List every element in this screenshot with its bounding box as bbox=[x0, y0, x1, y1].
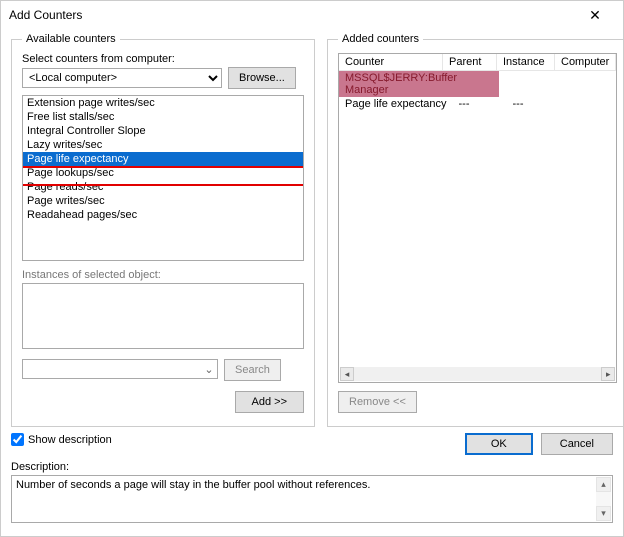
search-combo[interactable]: ⌄ bbox=[22, 359, 218, 379]
available-counters-list[interactable]: Extension page writes/sec Free list stal… bbox=[22, 95, 304, 261]
scroll-down-icon[interactable]: ▾ bbox=[596, 506, 611, 521]
col-instance[interactable]: Instance bbox=[497, 54, 555, 70]
cell-counter: Page life expectancy bbox=[339, 97, 453, 111]
added-legend: Added counters bbox=[338, 33, 423, 45]
added-counters-group: Added counters Counter Parent Instance C… bbox=[327, 33, 624, 427]
scroll-right-icon[interactable]: ▸ bbox=[601, 367, 615, 381]
table-header: Counter Parent Instance Computer bbox=[339, 54, 616, 71]
list-item-selected[interactable]: Page life expectancy bbox=[23, 152, 303, 166]
scroll-track[interactable] bbox=[596, 492, 611, 506]
available-legend: Available counters bbox=[22, 33, 120, 45]
add-button[interactable]: Add >> bbox=[235, 391, 304, 413]
horizontal-scrollbar[interactable]: ◂ ▸ bbox=[340, 367, 615, 381]
select-computer-label: Select counters from computer: bbox=[22, 53, 304, 65]
list-item[interactable]: Lazy writes/sec bbox=[23, 138, 303, 152]
show-description-label: Show description bbox=[28, 434, 112, 446]
cancel-button[interactable]: Cancel bbox=[541, 433, 613, 455]
add-counters-dialog: Add Counters ✕ Available counters Select… bbox=[0, 0, 624, 537]
scroll-left-icon[interactable]: ◂ bbox=[340, 367, 354, 381]
list-item[interactable]: Page lookups/sec bbox=[23, 166, 303, 180]
cell-parent: --- bbox=[453, 97, 507, 111]
col-counter[interactable]: Counter bbox=[339, 54, 443, 70]
available-counters-group: Available counters Select counters from … bbox=[11, 33, 315, 427]
ok-button[interactable]: OK bbox=[465, 433, 533, 455]
list-item[interactable]: Integral Controller Slope bbox=[23, 124, 303, 138]
close-icon[interactable]: ✕ bbox=[575, 1, 615, 29]
list-item[interactable]: Page writes/sec bbox=[23, 194, 303, 208]
col-computer[interactable]: Computer bbox=[555, 54, 616, 70]
list-item[interactable]: Page reads/sec bbox=[23, 180, 303, 194]
table-row[interactable]: Page life expectancy --- --- bbox=[339, 97, 616, 111]
computer-select[interactable]: <Local computer> bbox=[22, 68, 222, 88]
col-parent[interactable]: Parent bbox=[443, 54, 497, 70]
titlebar: Add Counters ✕ bbox=[1, 1, 623, 29]
cell-computer bbox=[565, 97, 617, 111]
browse-button[interactable]: Browse... bbox=[228, 67, 296, 89]
list-item[interactable]: Readahead pages/sec bbox=[23, 208, 303, 222]
instances-label: Instances of selected object: bbox=[22, 269, 304, 281]
scroll-track[interactable] bbox=[354, 367, 601, 381]
chevron-down-icon: ⌄ bbox=[201, 363, 217, 376]
search-button[interactable]: Search bbox=[224, 359, 281, 381]
window-title: Add Counters bbox=[9, 8, 575, 22]
group-row[interactable]: MSSQL$JERRY:Buffer Manager bbox=[339, 71, 499, 97]
description-text: Number of seconds a page will stay in th… bbox=[11, 475, 613, 523]
added-counters-table[interactable]: Counter Parent Instance Computer MSSQL$J… bbox=[338, 53, 617, 383]
instances-list[interactable] bbox=[22, 283, 304, 349]
remove-button[interactable]: Remove << bbox=[338, 391, 417, 413]
description-label: Description: bbox=[11, 461, 69, 473]
scroll-up-icon[interactable]: ▴ bbox=[596, 477, 611, 492]
list-item[interactable]: Free list stalls/sec bbox=[23, 110, 303, 124]
vertical-scrollbar[interactable]: ▴ ▾ bbox=[596, 477, 611, 521]
show-description-checkbox[interactable] bbox=[11, 433, 24, 446]
cell-instance: --- bbox=[507, 97, 565, 111]
list-item[interactable]: Extension page writes/sec bbox=[23, 96, 303, 110]
